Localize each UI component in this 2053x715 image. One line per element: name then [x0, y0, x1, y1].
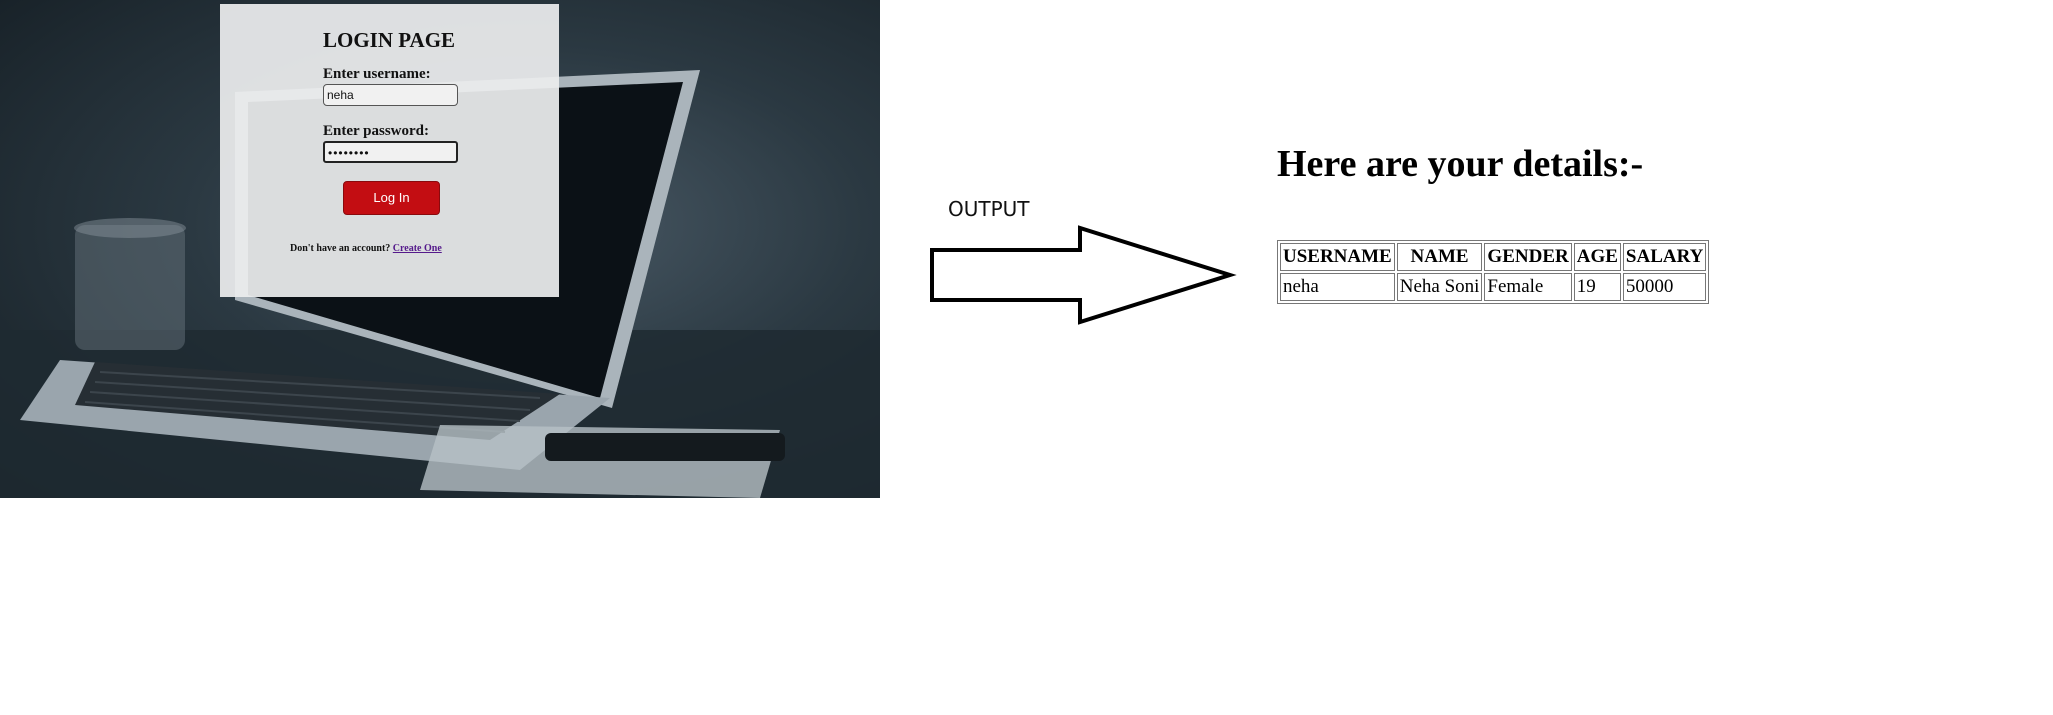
column-header-gender: GENDER: [1484, 243, 1572, 271]
column-header-salary: SALARY: [1622, 243, 1707, 271]
login-button[interactable]: Log In: [343, 181, 440, 215]
column-header-age: AGE: [1573, 243, 1621, 271]
table-row: neha Neha Soni Female 19 50000: [1280, 273, 1707, 301]
login-form: LOGIN PAGE Enter username: neha Enter pa…: [220, 4, 559, 297]
create-account-link[interactable]: Create One: [393, 243, 442, 254]
login-title: LOGIN PAGE: [323, 28, 456, 52]
cell-gender: Female: [1484, 273, 1572, 301]
signup-prompt: Don't have an account? Create One: [290, 243, 442, 254]
cell-salary: 50000: [1622, 273, 1707, 301]
details-table: USERNAME NAME GENDER AGE SALARY neha Neh…: [1277, 240, 1710, 304]
output-label: OUTPUT: [948, 197, 1030, 221]
cell-age: 19: [1573, 273, 1621, 301]
table-header-row: USERNAME NAME GENDER AGE SALARY: [1280, 243, 1707, 271]
password-label: Enter password:: [323, 123, 429, 139]
login-screenshot: LOGIN PAGE Enter username: neha Enter pa…: [0, 0, 880, 498]
right-arrow-icon: [930, 225, 1237, 325]
signup-prompt-text: Don't have an account?: [290, 243, 391, 254]
result-heading: Here are your details:-: [1277, 143, 1644, 185]
username-label: Enter username:: [323, 66, 431, 82]
column-header-name: NAME: [1396, 243, 1483, 271]
cell-name: Neha Soni: [1396, 273, 1483, 301]
password-input[interactable]: ••••••••: [323, 141, 458, 163]
column-header-username: USERNAME: [1280, 243, 1395, 271]
username-input[interactable]: neha: [323, 84, 458, 106]
cell-username: neha: [1280, 273, 1395, 301]
